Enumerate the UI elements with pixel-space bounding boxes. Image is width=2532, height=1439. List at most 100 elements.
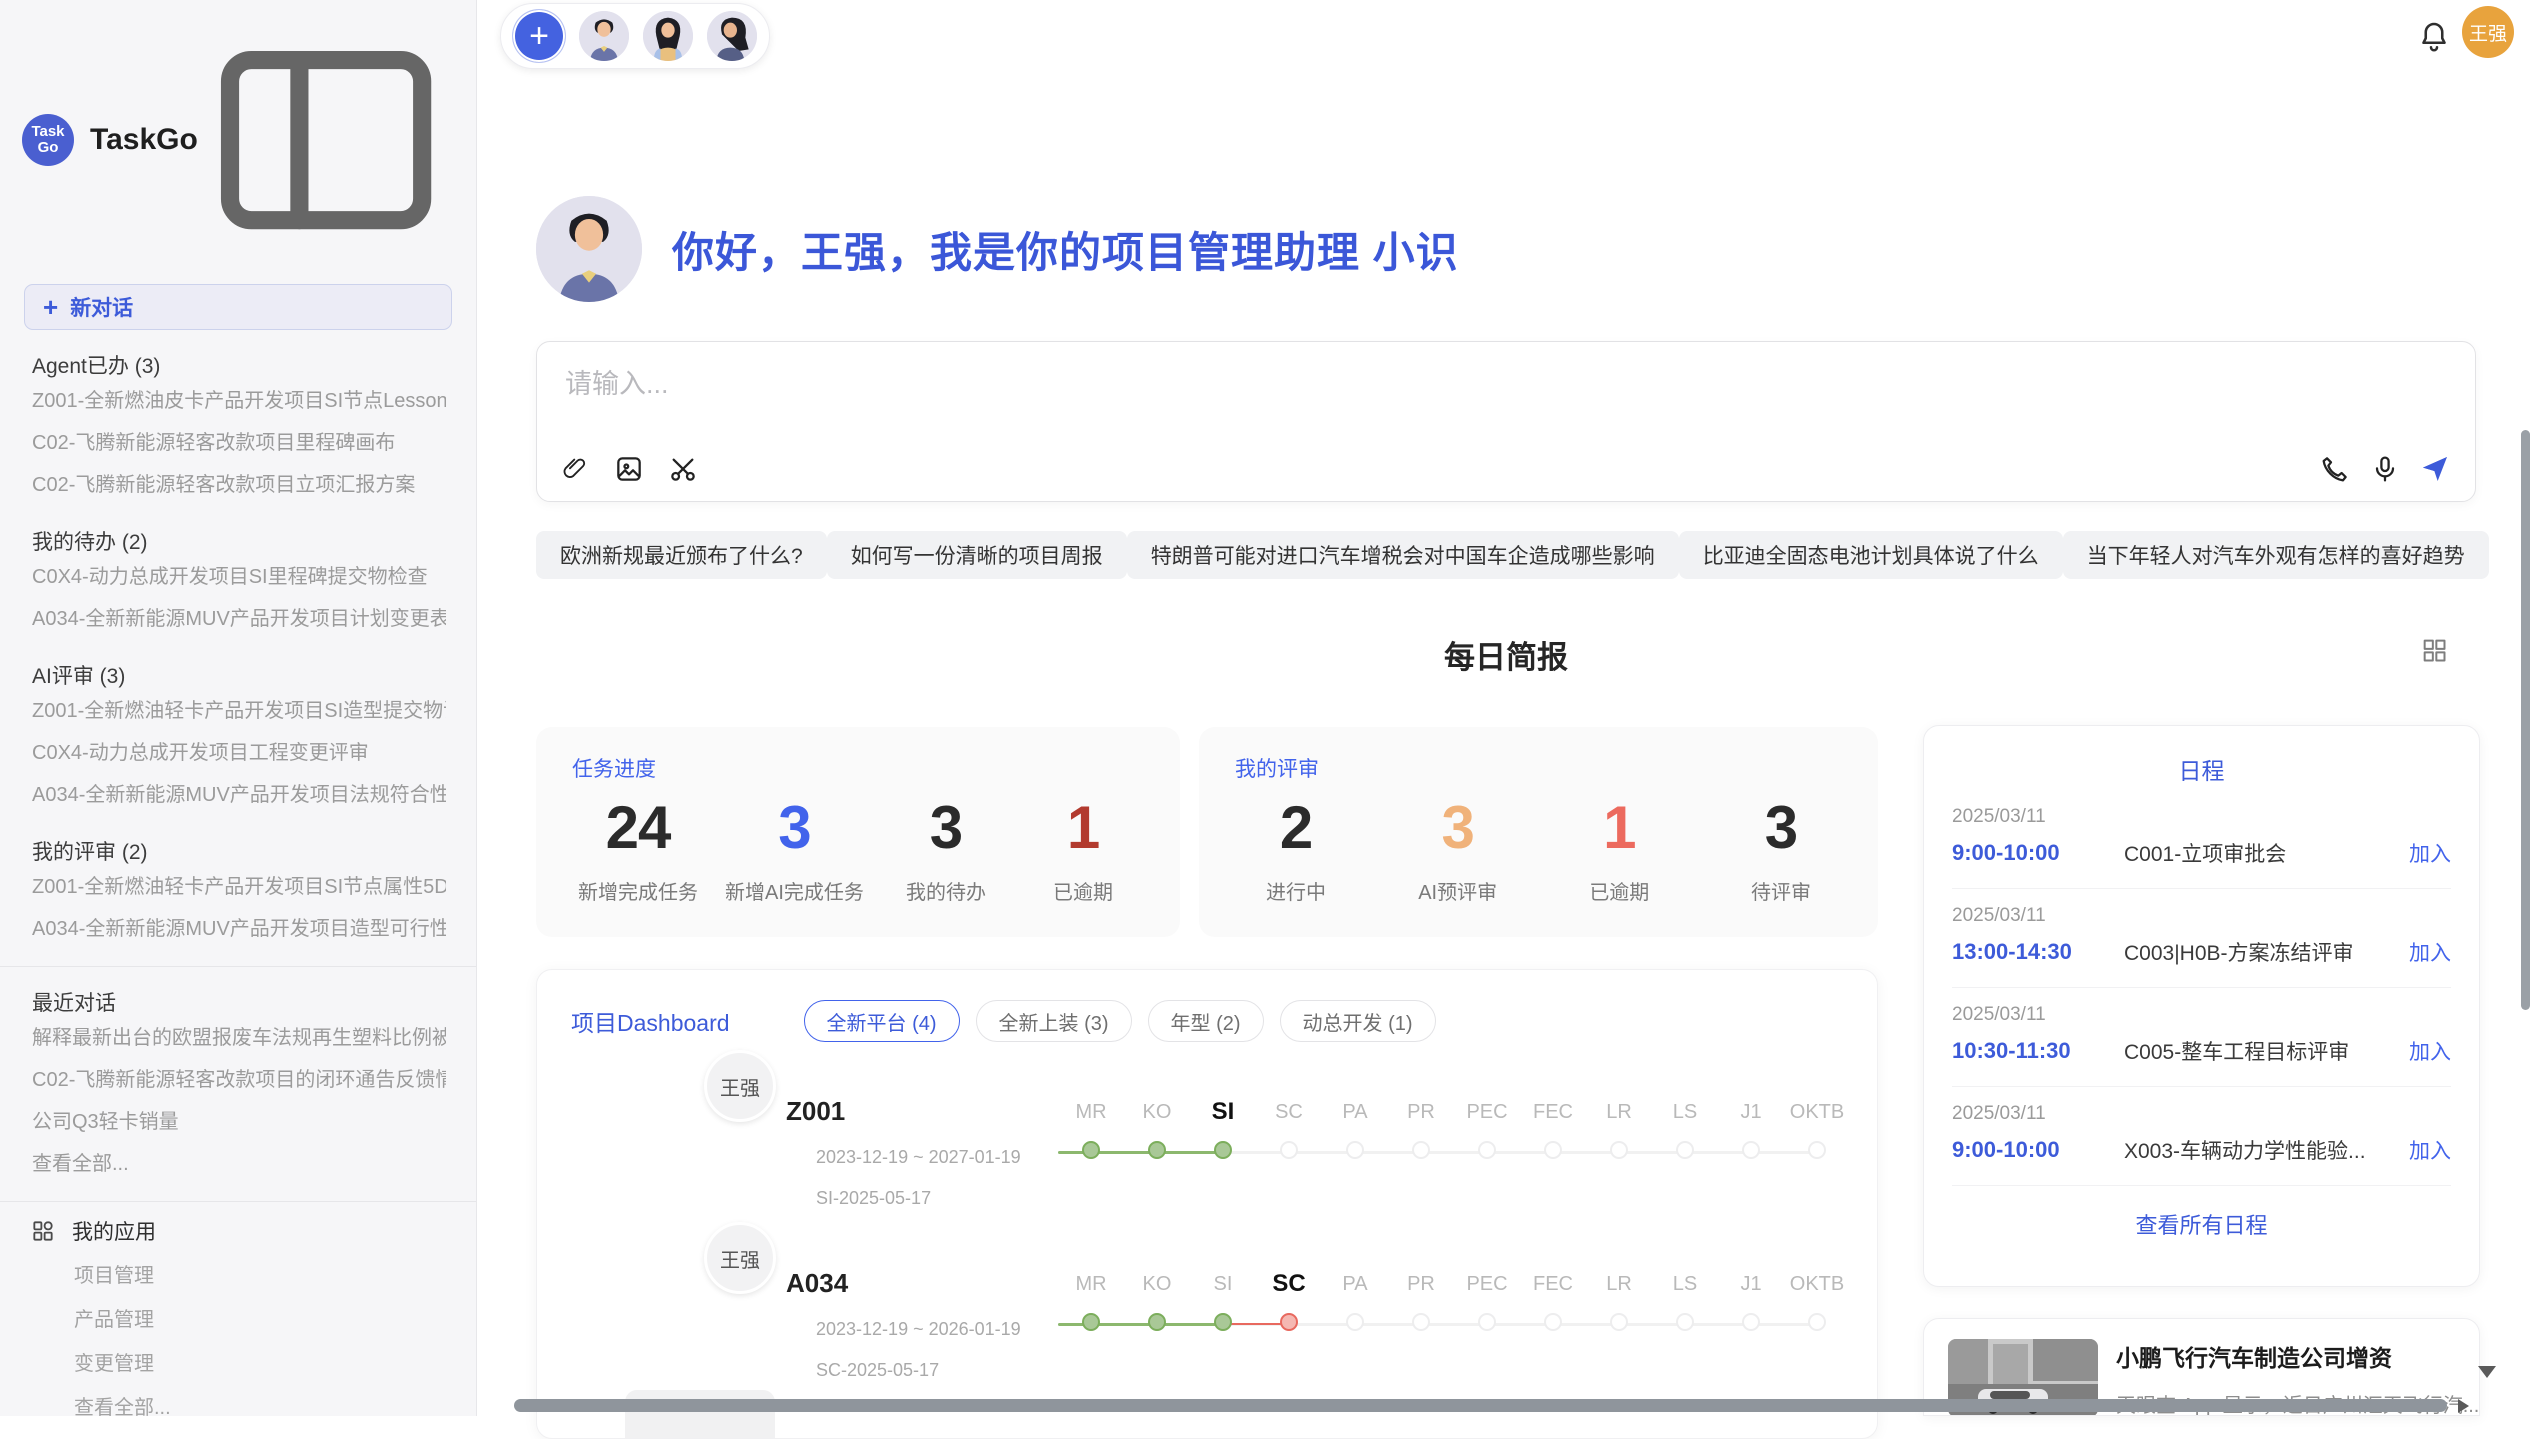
- dashboard-filter-pill[interactable]: 动总开发 (1): [1280, 1000, 1436, 1042]
- notification-bell-icon[interactable]: [2416, 18, 2452, 54]
- screenshot-icon[interactable]: [667, 453, 699, 485]
- attach-file-icon[interactable]: [559, 453, 591, 485]
- flag-icon: [786, 1361, 806, 1381]
- sidebar-task-item[interactable]: Z001-全新燃油轻卡产品开发项目SI节点属性5D文件评审: [32, 866, 446, 908]
- sidebar-section-header[interactable]: AI评审 (3): [32, 660, 446, 690]
- scroll-right-arrow-icon[interactable]: [2458, 1399, 2469, 1413]
- milestone-track: MR KO SI SC PA PR PEC FEC LR LS J1 OKTB: [1058, 1094, 1847, 1214]
- stat: 3 AI预评审: [1403, 793, 1513, 905]
- send-icon[interactable]: [2419, 453, 2451, 485]
- milestone: FEC: [1520, 1266, 1586, 1331]
- chat-input-card: [536, 341, 2476, 502]
- sidebar-recent-chat-item[interactable]: 公司Q3轻卡销量: [32, 1101, 446, 1143]
- dashboard-filter-pill[interactable]: 全新上装 (3): [976, 1000, 1132, 1042]
- milestone: OKTB: [1784, 1266, 1850, 1331]
- project-row[interactable]: 王强 A034 2023-12-19 ~ 2026-01-19 SC-2025-…: [571, 1266, 1847, 1386]
- milestone-dot: [1676, 1313, 1694, 1331]
- insert-image-icon[interactable]: [613, 453, 645, 485]
- stat-cards: 任务进度 24 新增完成任务 3 新增AI完成任务 3 我的待办 1 已逾期 我…: [536, 727, 1878, 937]
- chat-input[interactable]: [563, 360, 2167, 424]
- sidebar-task-item[interactable]: A034-全新新能源MUV产品开发项目计划变更表编写: [32, 598, 446, 640]
- milestone-dot: [1148, 1313, 1166, 1331]
- sidebar-task-item[interactable]: A034-全新新能源MUV产品开发项目法规符合性评审: [32, 774, 446, 816]
- sidebar-task-item[interactable]: A034-全新新能源MUV产品开发项目造型可行性评审: [32, 908, 446, 950]
- stat-label: 进行中: [1241, 876, 1351, 905]
- suggestion-chip[interactable]: 比亚迪全固态电池计划具体说了什么: [1679, 531, 2063, 579]
- sidebar-task-item[interactable]: C0X4-动力总成开发项目SI里程碑提交物检查: [32, 556, 446, 598]
- milestone-label: LR: [1586, 1266, 1652, 1302]
- stat-card: 我的评审 2 进行中 3 AI预评审 1 已逾期 3 待评审: [1199, 727, 1878, 937]
- milestone: PEC: [1454, 1094, 1520, 1159]
- event-name: X003-车辆动力学性能验...: [2124, 1135, 2409, 1165]
- layout-grid-icon[interactable]: [2420, 636, 2448, 664]
- milestone-dot: [1808, 1141, 1826, 1159]
- assistant-avatar: [536, 196, 642, 302]
- add-agent-button[interactable]: +: [513, 10, 565, 62]
- vertical-scrollbar[interactable]: [2521, 430, 2530, 1010]
- scroll-down-arrow-icon[interactable]: [2478, 1366, 2496, 1378]
- agent-avatar[interactable]: [707, 11, 757, 61]
- suggestion-chip[interactable]: 当下年轻人对汽车外观有怎样的喜好趋势: [2063, 531, 2489, 579]
- sidebar-menu-item[interactable]: 我的应用: [30, 1208, 446, 1254]
- sidebar-section: 我的评审 (2) Z001-全新燃油轻卡产品开发项目SI节点属性5D文件评审A0…: [0, 836, 476, 950]
- project-row[interactable]: 王强 Z001 2023-12-19 ~ 2027-01-19 SI-2025-…: [571, 1094, 1847, 1214]
- dashboard-filter-pill[interactable]: 年型 (2): [1148, 1000, 1264, 1042]
- sidebar-recent-chat-item[interactable]: 解释最新出台的欧盟报废车法规再生塑料比例被调至15%...: [32, 1017, 446, 1059]
- sidebar-section: Agent已办 (3) Z001-全新燃油皮卡产品开发项目SI节点Lesson …: [0, 350, 476, 506]
- sidebar-section-header[interactable]: 最近对话: [32, 987, 446, 1017]
- suggestion-chip[interactable]: 特朗普可能对进口汽车增税会对中国车企造成哪些影响: [1127, 531, 1679, 579]
- sidebar-task-item[interactable]: C0X4-动力总成开发项目工程变更评审: [32, 732, 446, 774]
- sidebar-recent-chat-item[interactable]: C02-飞腾新能源轻客改款项目的闭环通告反馈情况: [32, 1059, 446, 1101]
- voice-call-icon[interactable]: [2319, 453, 2351, 485]
- sidebar-submenu-item[interactable]: 产品管理: [74, 1298, 476, 1342]
- milestone: OKTB: [1784, 1094, 1850, 1159]
- sidebar-section-header[interactable]: 我的评审 (2): [32, 836, 446, 866]
- milestone: J1: [1718, 1266, 1784, 1331]
- schedule-title: 日程: [1952, 752, 2451, 786]
- event-join-link[interactable]: 加入: [2409, 838, 2451, 868]
- project-owner-badge: 王强: [704, 1050, 776, 1122]
- milestone-dot: [1544, 1141, 1562, 1159]
- sidebar-recent-chat-item[interactable]: 查看全部...: [32, 1143, 446, 1185]
- milestone: PR: [1388, 1094, 1454, 1159]
- suggestion-chip[interactable]: 如何写一份清晰的项目周报: [827, 531, 1127, 579]
- milestone-dot: [1412, 1141, 1430, 1159]
- milestone-label: KO: [1124, 1266, 1190, 1302]
- suggestion-chip[interactable]: 欧洲新规最近颁布了什么?: [536, 531, 827, 579]
- event-join-link[interactable]: 加入: [2409, 1135, 2451, 1165]
- dashboard-filter-pill[interactable]: 全新平台 (4): [804, 1000, 960, 1042]
- microphone-icon[interactable]: [2369, 453, 2401, 485]
- stat: 3 我的待办: [891, 793, 1001, 905]
- milestone-label: SC: [1256, 1094, 1322, 1130]
- milestone-dot: [1544, 1313, 1562, 1331]
- sidebar-submenu-item[interactable]: 查看全部...: [74, 1386, 476, 1416]
- divider: [0, 1201, 476, 1202]
- sidebar-submenu-item[interactable]: 变更管理: [74, 1342, 476, 1386]
- sidebar-task-item[interactable]: C02-飞腾新能源轻客改款项目里程碑画布: [32, 422, 446, 464]
- sidebar-task-item[interactable]: Z001-全新燃油皮卡产品开发项目SI节点Lesson Learn报告: [32, 380, 446, 422]
- stat-label: 新增完成任务: [578, 876, 698, 905]
- sidebar-section-header[interactable]: 我的待办 (2): [32, 526, 446, 556]
- sidebar-task-item[interactable]: C02-飞腾新能源轻客改款项目立项汇报方案: [32, 464, 446, 506]
- view-all-schedule-link[interactable]: 查看所有日程: [1952, 1208, 2451, 1240]
- horizontal-scrollbar[interactable]: [514, 1399, 2447, 1412]
- sidebar-submenu-item[interactable]: 项目管理: [74, 1254, 476, 1298]
- sidebar-task-item[interactable]: Z001-全新燃油轻卡产品开发项目SI造型提交物评审: [32, 690, 446, 732]
- new-chat-button[interactable]: + 新对话: [24, 284, 452, 330]
- event-name: C003|H0B-方案冻结评审: [2124, 937, 2409, 967]
- milestone: PR: [1388, 1266, 1454, 1331]
- milestone: PA: [1322, 1266, 1388, 1331]
- project-dates: 2023-12-19 ~ 2027-01-19: [816, 1147, 1021, 1168]
- user-avatar[interactable]: 王强: [2462, 6, 2514, 58]
- greeting-block: 你好，王强，我是你的项目管理助理 小识: [536, 196, 1459, 302]
- agent-avatar[interactable]: [579, 11, 629, 61]
- collapse-sidebar-icon[interactable]: [198, 12, 454, 268]
- agent-avatar[interactable]: [643, 11, 693, 61]
- sidebar-section-header[interactable]: Agent已办 (3): [32, 350, 446, 380]
- stat: 3 新增AI完成任务: [725, 793, 864, 905]
- milestone: FEC: [1520, 1094, 1586, 1159]
- event-join-link[interactable]: 加入: [2409, 1036, 2451, 1066]
- event-join-link[interactable]: 加入: [2409, 937, 2451, 967]
- clock-icon: [786, 1320, 806, 1340]
- stat: 2 进行中: [1241, 793, 1351, 905]
